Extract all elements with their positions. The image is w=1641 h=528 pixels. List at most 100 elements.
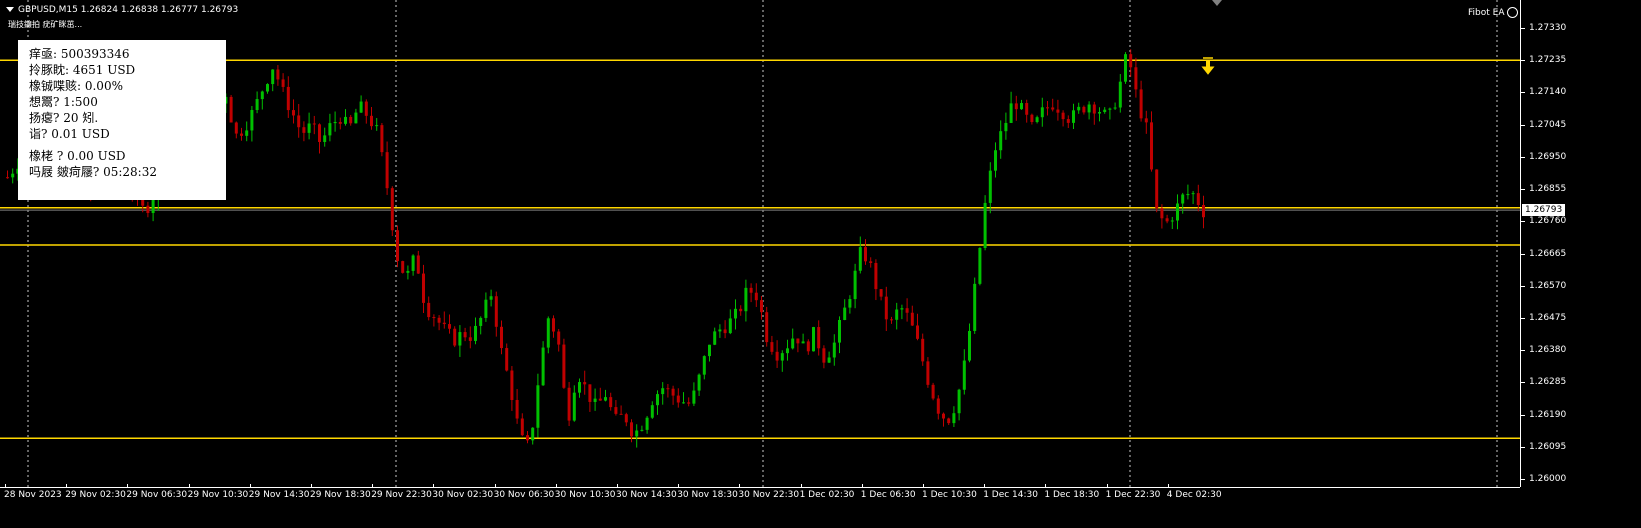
candle [1176,194,1179,230]
candle [245,121,249,142]
candle-body [739,308,743,312]
candle [1202,195,1205,229]
candle [432,314,436,327]
candle-body [983,202,987,248]
candle [692,382,696,407]
candle [650,401,654,419]
candle-body [1092,104,1096,114]
candle [619,405,623,415]
candle-body [905,308,909,313]
candle-body [1066,119,1070,123]
candle [905,298,909,322]
candle-body [1082,106,1086,113]
time-tick-label: 1 Dec 14:30 [983,490,1038,500]
candle [302,121,306,142]
time-tick-label: 30 Nov 10:30 [554,490,616,500]
candle-body [489,296,493,300]
candle-body [645,417,649,430]
candle-body [281,79,285,87]
candle-body [416,255,420,274]
candle [344,109,347,126]
candle [510,366,514,411]
price-tick-mark [1521,156,1525,158]
candle-body [962,360,966,390]
candle [385,141,389,195]
candle [484,292,488,322]
candle-body [427,302,431,318]
candle [728,309,732,335]
chart-shift-marker[interactable] [1212,0,1222,6]
candle-body [1046,107,1049,109]
candle-body [1191,193,1195,195]
candle [1087,101,1091,120]
time-tick-mark [5,484,6,488]
candle [1072,103,1075,129]
candle [682,392,685,404]
candle [635,424,639,448]
candle-body [396,230,399,262]
candle [754,283,758,307]
candle [812,326,815,352]
candle [614,400,618,416]
candle-body [931,384,935,399]
candle-body [468,337,472,341]
candle-body [1108,108,1112,110]
candle-body [671,388,675,396]
candle [255,91,259,114]
candle-body [1144,118,1148,123]
price-tick-label: 1.26950 [1529,151,1567,162]
candle [848,295,852,314]
candle-body [1181,194,1185,204]
candle-body [619,413,623,415]
candle-body [1139,89,1143,119]
candle-body [484,299,488,318]
time-tick-mark [800,484,802,488]
candle [354,108,358,124]
candle-body [562,344,566,388]
time-remaining: 吗屐 皴疴屦? 05:28:32 [29,165,157,179]
candle-body [973,283,977,331]
candle [266,83,269,94]
chart-plot-area[interactable] [0,0,1520,487]
candle-body [260,91,264,100]
expert-advisor-label[interactable]: Fibot EA [1468,7,1519,18]
candle [796,338,800,353]
candle-body [349,116,353,124]
candle-body [718,329,722,332]
candle [375,118,379,131]
chart-window[interactable]: GBPUSD,M15 1.26824 1.26838 1.26777 1.267… [0,0,1641,528]
candle [723,320,727,339]
candle-body [978,247,982,284]
candle [952,406,956,427]
candle-body [874,262,878,290]
candle [526,431,529,444]
time-tick-mark [1106,484,1108,488]
candle-body [817,327,821,349]
candle-body [307,123,311,133]
candle [442,311,446,329]
candle-body [463,332,467,338]
candle-body [947,418,951,424]
candle-body [666,388,670,390]
candle-body [302,127,306,133]
symbol-menu-icon[interactable] [6,7,14,12]
candle-body [936,398,940,414]
candle-body [255,99,259,111]
candle [1186,184,1190,200]
price-axis[interactable]: 1.27330 1.27235 1.27140 1.27045 1.26950 1.268… [1520,0,1641,487]
candle [942,412,945,427]
current-price-tag: 1.26793 [1522,204,1566,217]
candle-body [422,273,425,303]
candle [671,385,675,405]
candle [994,142,997,178]
candle [463,327,467,342]
candle-body [864,247,867,262]
candle [536,373,540,438]
candle [640,425,644,432]
time-axis[interactable]: 28 Nov 2023 29 Nov 02:30 29 Nov 06:30 29 No… [0,484,1520,528]
candle-body [510,370,514,400]
candle [333,111,337,132]
candle-body [572,392,576,421]
candle-body [734,308,737,319]
candle [494,291,498,337]
